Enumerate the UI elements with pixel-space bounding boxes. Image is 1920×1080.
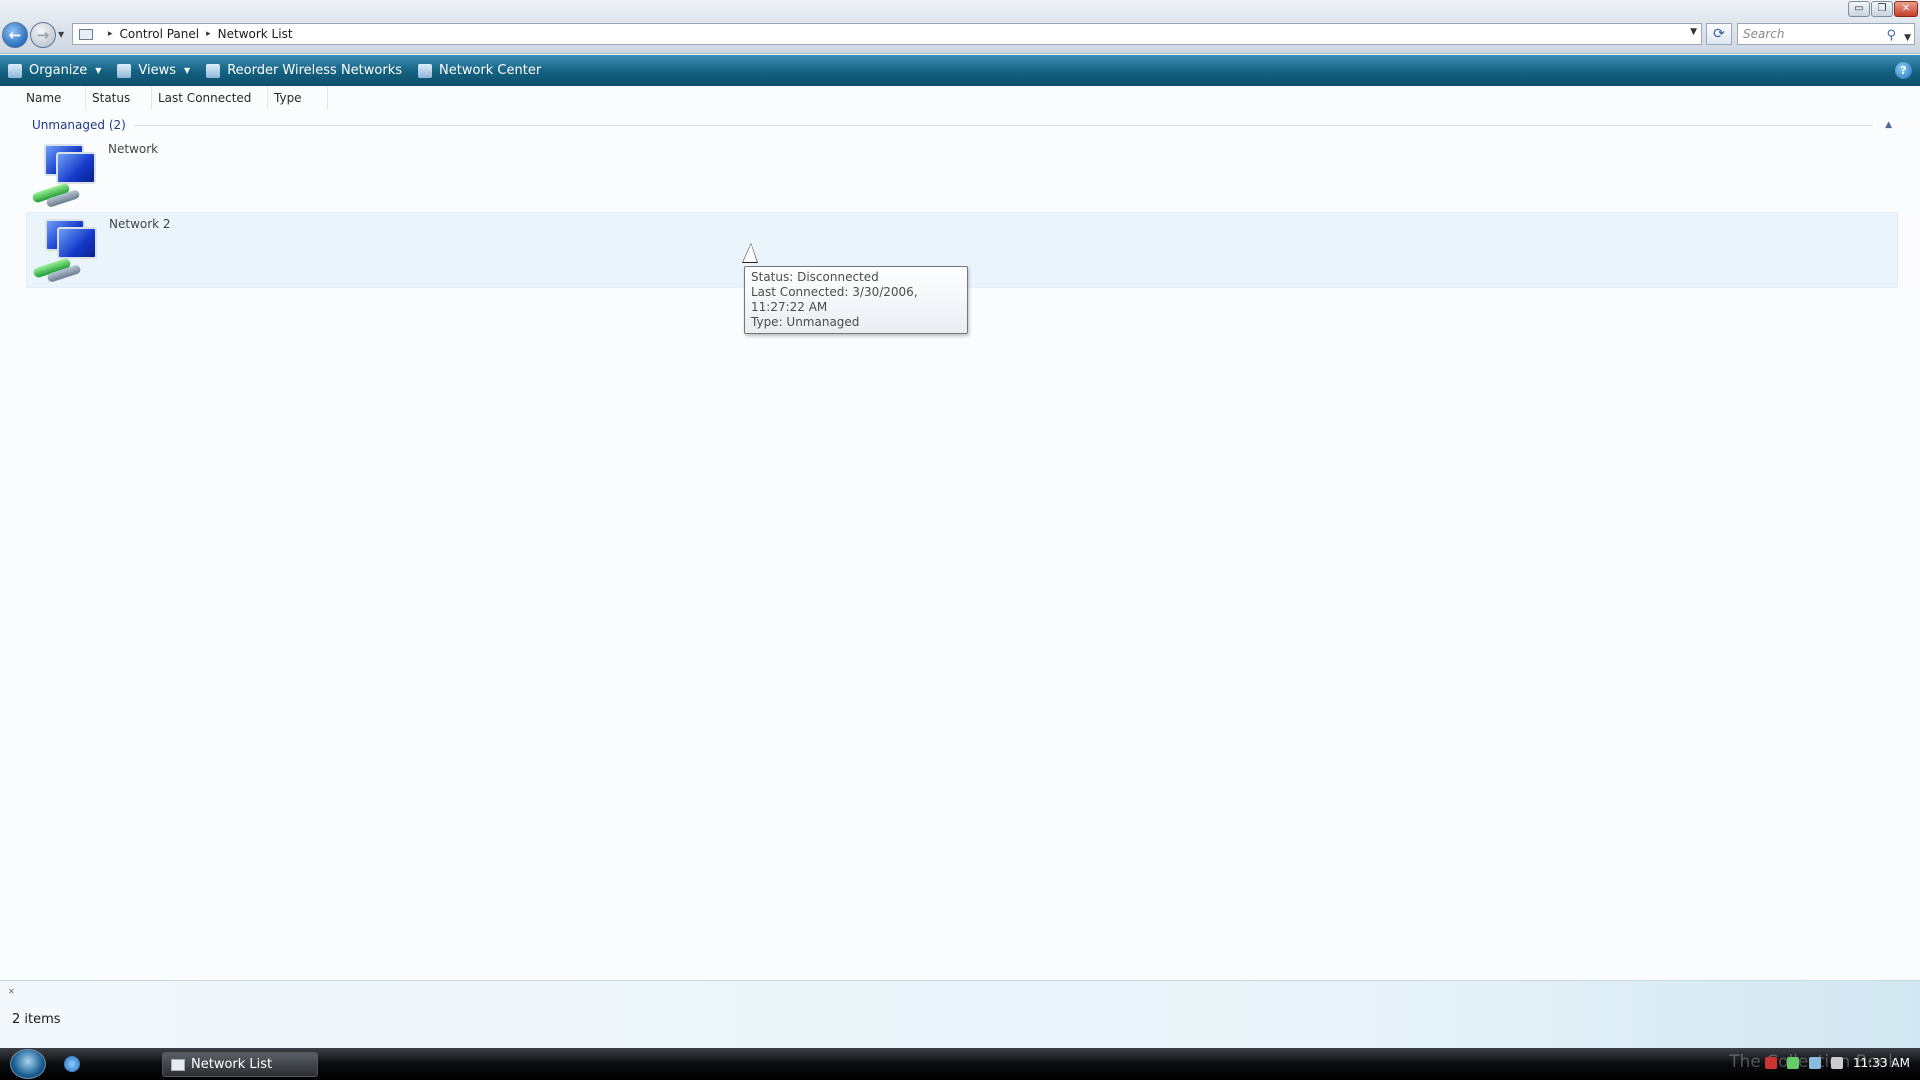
- group-title: Unmanaged (2): [32, 118, 126, 132]
- taskbar-button-network-list[interactable]: Network List: [162, 1052, 318, 1077]
- refresh-button[interactable]: ⟳: [1706, 23, 1732, 45]
- details-pane: ✕ 2 items: [0, 980, 1920, 1048]
- address-field[interactable]: ▸ Control Panel ▸ Network List ▼: [72, 23, 1702, 45]
- search-dropdown-icon[interactable]: ▼: [1904, 28, 1911, 48]
- network-list: Unmanaged (2) ▲ Network Network 2: [20, 112, 1900, 978]
- organize-label: Organize: [29, 63, 88, 78]
- reorder-wireless-networks-button[interactable]: Reorder Wireless Networks: [198, 55, 410, 86]
- organize-icon: [8, 63, 22, 78]
- tooltip-type: Type: Unmanaged: [751, 315, 860, 329]
- search-icon[interactable]: ⚲: [1886, 26, 1896, 46]
- organize-button[interactable]: Organize ▼: [0, 55, 109, 86]
- close-pane-icon[interactable]: ✕: [8, 987, 15, 996]
- connection-icon[interactable]: [1809, 1057, 1822, 1069]
- network-center-icon: [418, 63, 433, 78]
- maximize-button[interactable]: ❐: [1871, 1, 1893, 17]
- tooltip-last-connected: Last Connected: 3/30/2006, 11:27:22 AM: [751, 285, 918, 314]
- group-header-unmanaged[interactable]: Unmanaged (2) ▲: [32, 117, 1898, 133]
- column-header-name[interactable]: Name: [20, 86, 86, 110]
- network-tooltip: Status: Disconnected Last Connected: 3/3…: [744, 266, 968, 334]
- recent-pages-dropdown[interactable]: ▼: [58, 30, 64, 39]
- breadcrumb-network-list[interactable]: Network List: [218, 27, 293, 41]
- views-label: Views: [138, 63, 177, 78]
- arrow-left-icon: ←: [8, 26, 22, 44]
- network-center-label: Network Center: [439, 63, 542, 78]
- taskbar-label: Network List: [191, 1057, 273, 1072]
- tooltip-status: Status: Disconnected: [751, 270, 879, 284]
- system-tray: 11:33 AM: [1765, 1056, 1910, 1070]
- address-dropdown-icon[interactable]: ▼: [1690, 27, 1697, 37]
- reorder-label: Reorder Wireless Networks: [227, 63, 403, 78]
- column-header-type[interactable]: Type: [268, 86, 328, 110]
- volume-icon[interactable]: [1831, 1057, 1844, 1069]
- security-alert-icon[interactable]: [1765, 1057, 1778, 1069]
- group-divider: [133, 124, 1874, 126]
- search-placeholder: Search: [1743, 27, 1785, 41]
- chevron-right-icon[interactable]: ▸: [206, 29, 211, 39]
- column-header-status[interactable]: Status: [86, 86, 152, 110]
- network-icon: [26, 138, 104, 210]
- refresh-icon: ⟳: [1713, 26, 1725, 42]
- command-bar: Organize ▼ Views ▼ Reorder Wireless Netw…: [0, 55, 1920, 86]
- column-header-last-connected[interactable]: Last Connected: [152, 86, 268, 110]
- internet-explorer-icon[interactable]: [64, 1056, 80, 1072]
- search-input[interactable]: Search ⚲ ▼: [1737, 23, 1915, 45]
- chevron-down-icon: ▼: [95, 66, 102, 75]
- network-icon: [27, 213, 105, 285]
- close-button[interactable]: ✕: [1894, 1, 1918, 17]
- taskbar: Network List The Collection Book 11:33 A…: [0, 1048, 1920, 1080]
- chevron-right-icon[interactable]: ▸: [108, 29, 113, 39]
- breadcrumb-control-panel[interactable]: Control Panel: [120, 27, 200, 41]
- window-icon: [171, 1058, 185, 1071]
- help-icon: ?: [1900, 64, 1907, 77]
- views-icon: [117, 63, 132, 78]
- back-button[interactable]: ←: [2, 22, 28, 48]
- item-count: 2 items: [12, 1012, 61, 1027]
- start-button[interactable]: [10, 1049, 46, 1079]
- window-controls: ▭ ❐ ✕: [1848, 1, 1918, 17]
- column-headers: Name Status Last Connected Type: [20, 86, 328, 110]
- clock[interactable]: 11:33 AM: [1853, 1056, 1910, 1070]
- chevron-down-icon[interactable]: ▼: [184, 66, 190, 75]
- arrow-right-icon: →: [36, 26, 50, 44]
- list-item-network[interactable]: Network: [26, 138, 1898, 214]
- network-center-button[interactable]: Network Center: [410, 55, 549, 86]
- forward-button[interactable]: →: [30, 22, 56, 48]
- control-panel-icon: [79, 28, 93, 40]
- address-bar: ▭ ❐ ✕ ← → ▼ ▸ Control Panel ▸ Network Li…: [0, 0, 1920, 54]
- minimize-button[interactable]: ▭: [1848, 1, 1870, 17]
- signal-bars-icon: [206, 63, 221, 78]
- collapse-icon[interactable]: ▲: [1885, 120, 1892, 130]
- item-label: Network 2: [109, 217, 171, 231]
- item-label: Network: [108, 142, 159, 156]
- network-status-icon[interactable]: [1787, 1057, 1800, 1069]
- views-button[interactable]: Views ▼: [109, 55, 198, 86]
- mouse-cursor-icon: [743, 244, 757, 262]
- help-button[interactable]: ?: [1895, 62, 1912, 79]
